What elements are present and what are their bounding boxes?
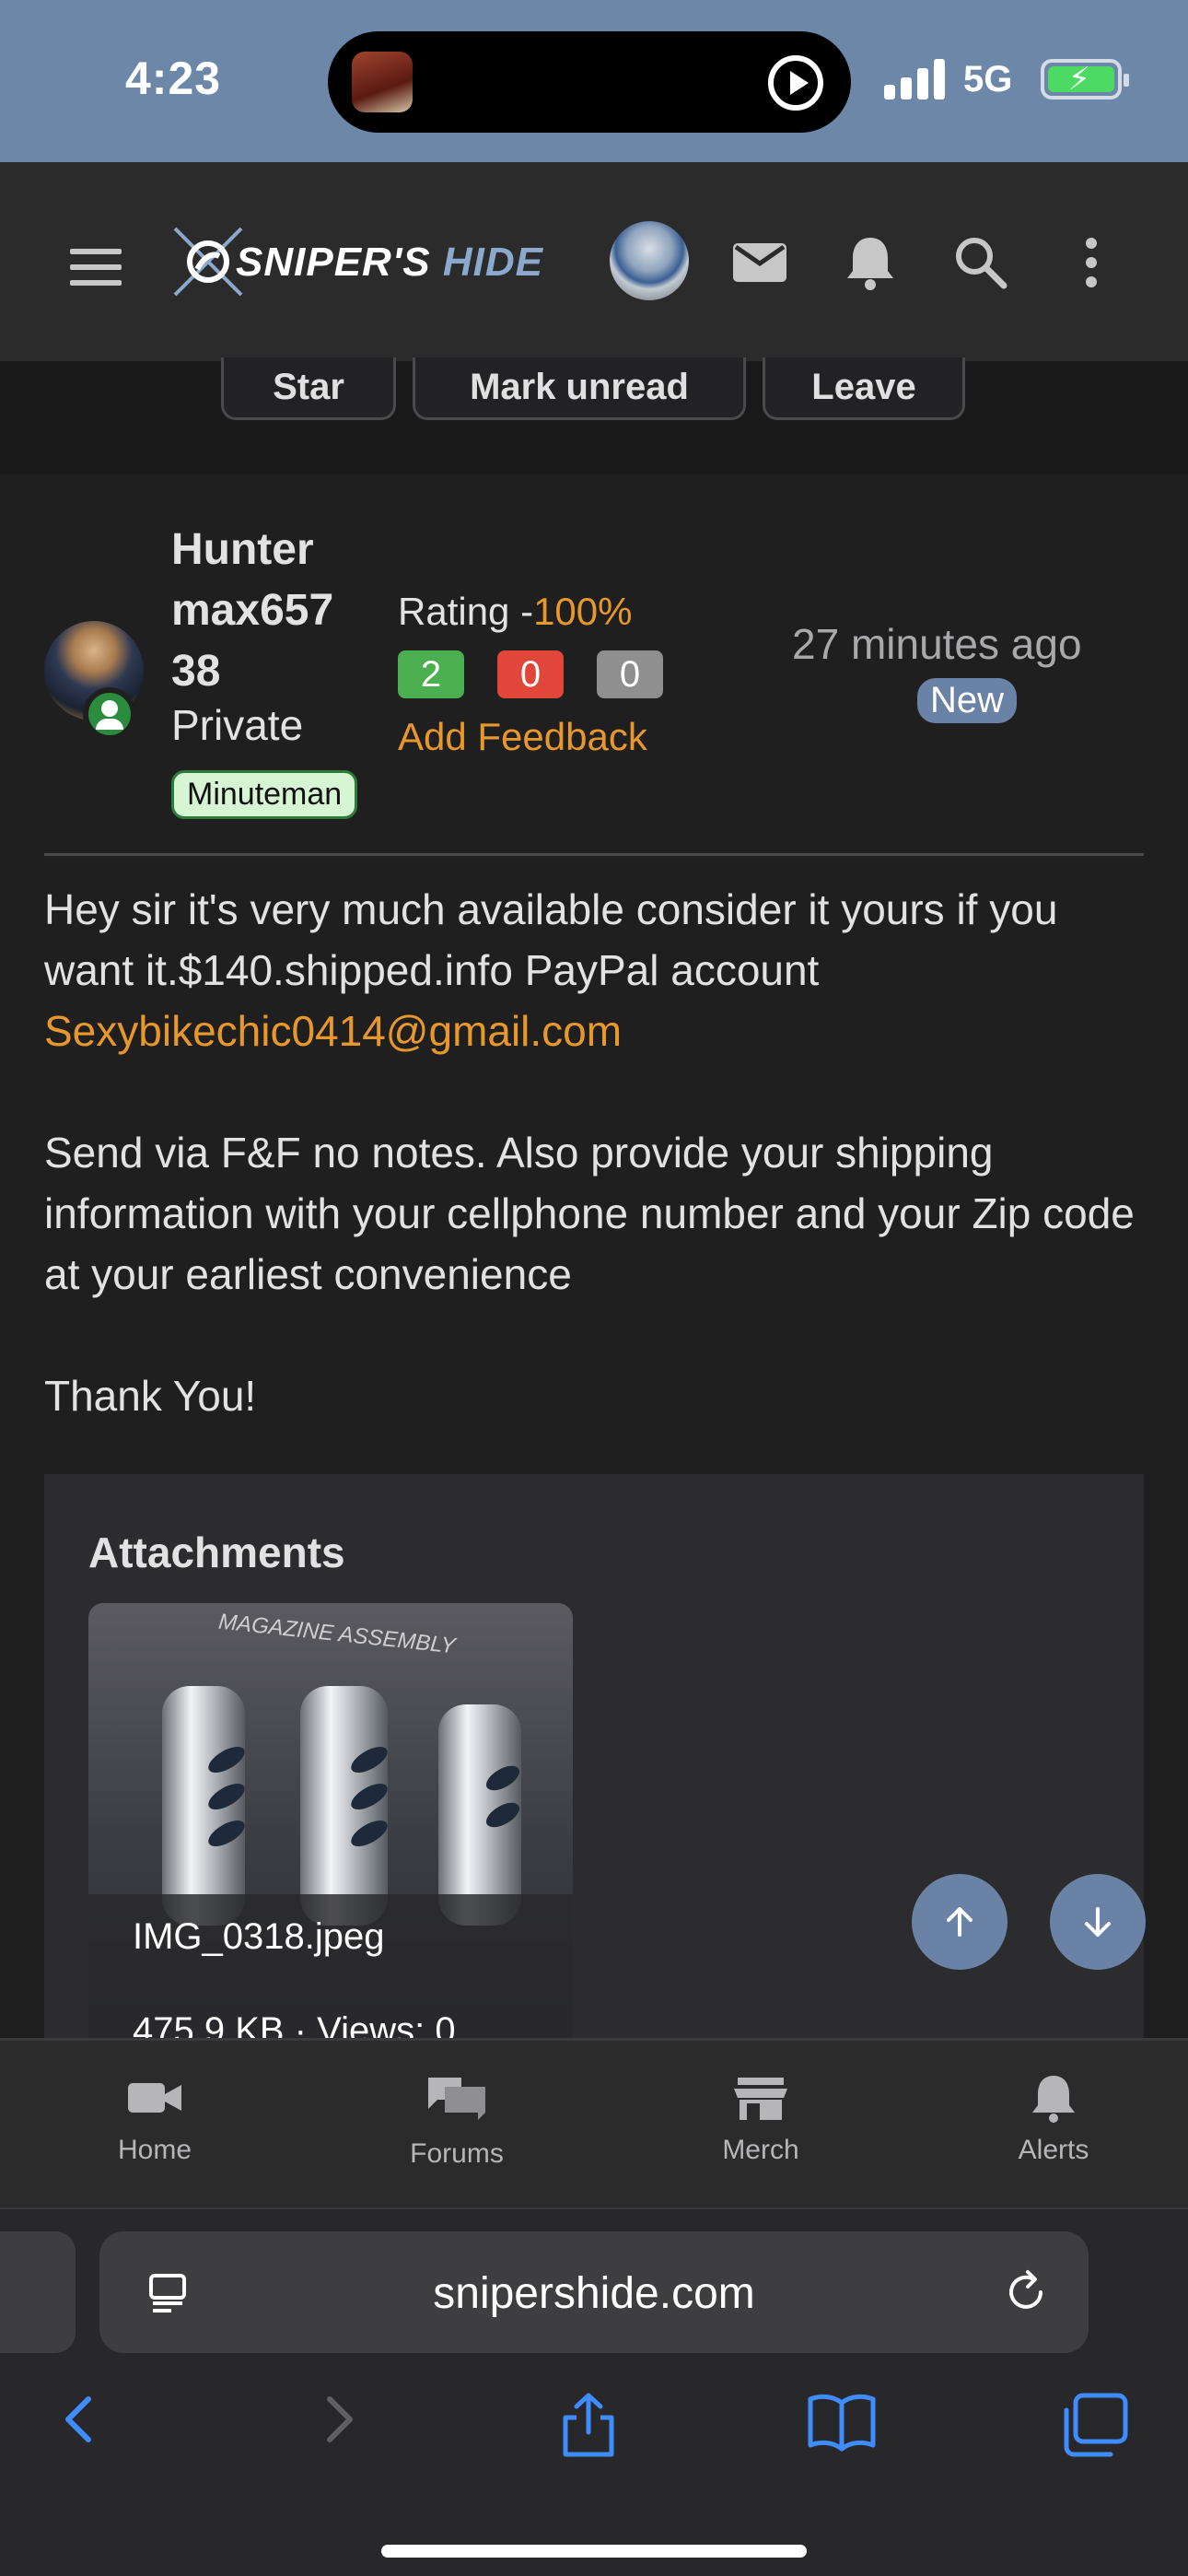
mail-icon[interactable]	[728, 230, 792, 295]
url-text[interactable]: snipershide.com	[99, 2268, 1089, 2319]
username-link[interactable]: Hunter max657 38	[171, 520, 355, 702]
forward-icon[interactable]	[319, 2392, 359, 2447]
rating: Rating -100%	[398, 590, 633, 633]
site-logo[interactable]: SNIPER'S HIDE	[169, 223, 547, 300]
post-timestamp[interactable]: 27 minutes ago	[792, 619, 1082, 669]
user-banner-badge: Minuteman	[171, 770, 358, 819]
bookmarks-icon[interactable]	[807, 2392, 877, 2453]
address-bar[interactable]: snipershide.com	[99, 2231, 1089, 2353]
add-feedback-link[interactable]: Add Feedback	[398, 715, 647, 759]
thread-action-bar: Star Mark unread Leave	[0, 357, 1188, 474]
share-icon[interactable]	[556, 2392, 621, 2460]
menu-icon[interactable]	[70, 249, 122, 286]
battery-icon: ⚡	[1041, 59, 1129, 100]
home-indicator	[381, 2545, 807, 2558]
nav-forums[interactable]: Forums	[365, 2072, 549, 2170]
scroll-down-button[interactable]	[1050, 1874, 1146, 1970]
play-icon[interactable]	[768, 55, 823, 111]
search-icon[interactable]	[949, 230, 1013, 295]
now-playing-artwork	[352, 52, 413, 112]
account-avatar[interactable]	[610, 221, 689, 300]
bottom-navigation: Home Forums Merch Alerts	[0, 2038, 1188, 2207]
status-time: 4:23	[125, 53, 222, 104]
new-badge: New	[917, 678, 1018, 723]
message-post: Hunter max657 38 Private Minuteman Ratin…	[0, 474, 1188, 2119]
chat-bubbles-icon	[428, 2078, 485, 2120]
divider	[44, 853, 1144, 856]
attachment-filename[interactable]: IMG_0318.jpeg	[133, 1916, 385, 1958]
logo-text-hide: HIDE	[442, 240, 543, 285]
network-type: 5G	[963, 59, 1013, 100]
previous-tab-peek[interactable]	[0, 2231, 76, 2353]
more-vertical-icon[interactable]	[1059, 230, 1124, 295]
message-paragraph-3: Thank You!	[44, 1372, 257, 1420]
video-camera-icon	[128, 2083, 181, 2113]
email-link[interactable]: Sexybikechic0414@gmail.com	[44, 1007, 622, 1055]
attachments-title: Attachments	[88, 1528, 345, 1576]
store-icon	[734, 2078, 787, 2120]
tabs-icon[interactable]	[1059, 2392, 1129, 2458]
user-title: Private	[171, 701, 304, 749]
nav-home[interactable]: Home	[63, 2072, 247, 2166]
positive-feedback-count[interactable]: 2	[398, 650, 464, 698]
back-icon[interactable]	[59, 2392, 99, 2447]
scroll-up-button[interactable]	[912, 1874, 1007, 1970]
negative-feedback-count[interactable]: 0	[497, 650, 564, 698]
message-paragraph-1: Hey sir it's very much available conside…	[44, 885, 1058, 994]
arrow-up-icon	[947, 1907, 973, 1937]
message-body: Hey sir it's very much available conside…	[44, 879, 1149, 1426]
site-header: SNIPER'S HIDE	[0, 162, 1188, 361]
nav-merch[interactable]: Merch	[669, 2072, 853, 2166]
dynamic-island[interactable]	[328, 31, 851, 133]
signal-icon	[884, 59, 947, 100]
nav-alerts[interactable]: Alerts	[961, 2072, 1146, 2166]
arrow-down-icon	[1085, 1907, 1111, 1937]
mark-unread-button[interactable]: Mark unread	[413, 357, 746, 420]
reload-icon[interactable]	[1000, 2266, 1052, 2318]
star-button[interactable]: Star	[221, 357, 396, 420]
neutral-feedback-count[interactable]: 0	[597, 650, 663, 698]
bell-icon[interactable]	[838, 230, 903, 295]
attachments-block: Attachments MAGAZINE ASSEMBLY IMG_0318.j…	[44, 1474, 1146, 2119]
bell-icon	[1032, 2076, 1075, 2123]
rating-value: 100%	[533, 590, 633, 633]
message-paragraph-2: Send via F&F no notes. Also provide your…	[44, 1129, 1135, 1298]
status-bar: 4:23 5G ⚡	[0, 0, 1188, 162]
leave-button[interactable]: Leave	[763, 357, 965, 420]
browser-chrome: snipershide.com	[0, 2207, 1188, 2576]
online-status-icon	[83, 687, 136, 741]
logo-text-snipers: SNIPER'S	[236, 240, 431, 285]
